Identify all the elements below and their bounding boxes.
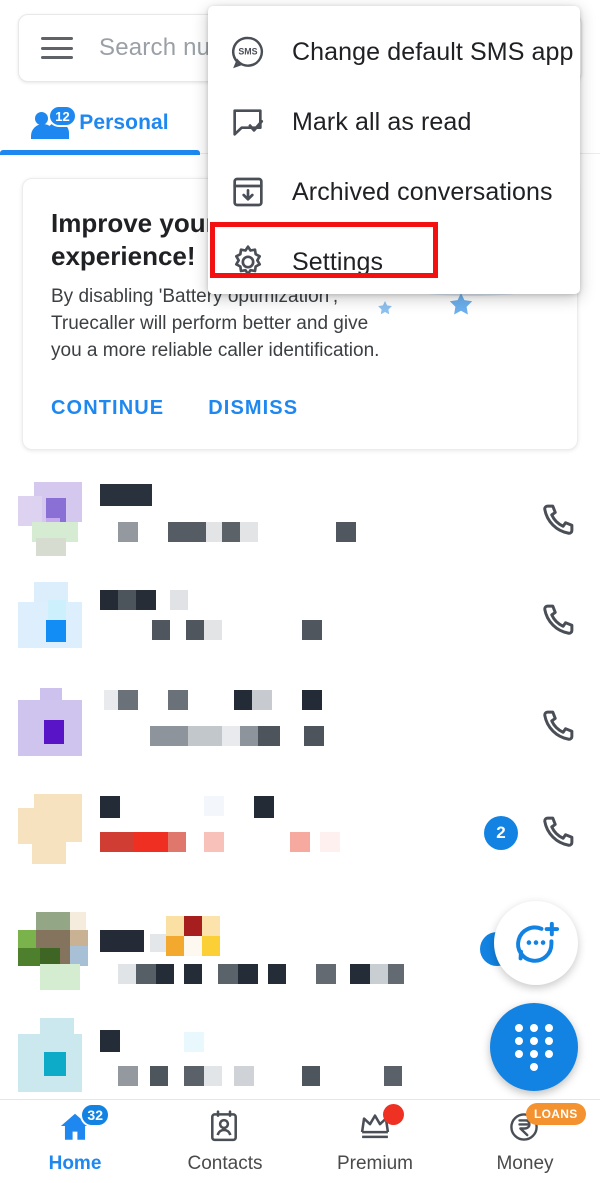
- svg-text:SMS: SMS: [238, 47, 257, 57]
- menu-item-label: Settings: [292, 247, 384, 276]
- menu-item-label: Change default SMS app: [292, 37, 574, 66]
- home-badge: 32: [80, 1102, 110, 1127]
- crown-icon: [354, 1103, 404, 1147]
- new-message-fab[interactable]: [494, 901, 578, 985]
- avatar: [18, 582, 82, 648]
- nav-item-premium[interactable]: Premium: [300, 1100, 450, 1183]
- promo-dismiss-button[interactable]: DISMISS: [208, 397, 298, 420]
- phone-call-icon[interactable]: [536, 706, 578, 748]
- nav-item-home[interactable]: 32 Home: [0, 1100, 150, 1183]
- menu-item-archived-conversations[interactable]: Archived conversations: [208, 156, 580, 228]
- rupee-icon: LOANS: [504, 1102, 586, 1147]
- nav-label-premium: Premium: [336, 1152, 413, 1174]
- premium-notification-dot: [383, 1103, 404, 1125]
- tab-active-indicator: [0, 150, 200, 155]
- gear-icon: [226, 240, 270, 284]
- people-icon: 12: [31, 105, 77, 139]
- tab-personal-label: Personal: [79, 111, 169, 134]
- list-item[interactable]: 2: [0, 784, 600, 884]
- nav-label-contacts: Contacts: [187, 1152, 263, 1174]
- list-item[interactable]: [0, 678, 600, 778]
- truecaller-messages-screen: 12 Personal Improve your experience! By …: [0, 0, 600, 1183]
- nav-label-money: Money: [496, 1152, 554, 1174]
- unread-badge: 2: [484, 816, 518, 850]
- list-item[interactable]: [0, 572, 600, 672]
- nav-item-money[interactable]: LOANS Money: [450, 1100, 600, 1183]
- menu-item-label: Mark all as read: [292, 107, 472, 136]
- avatar: [18, 482, 82, 556]
- promo-continue-button[interactable]: CONTINUE: [51, 397, 164, 420]
- menu-item-change-default-sms-app[interactable]: SMS Change default SMS app: [208, 16, 580, 88]
- nav-item-contacts[interactable]: Contacts: [150, 1100, 300, 1183]
- menu-item-label: Archived conversations: [292, 177, 553, 206]
- bottom-navigation: 32 Home Contacts Premium LOANS Money: [0, 1099, 600, 1183]
- menu-item-settings[interactable]: Settings: [208, 226, 580, 294]
- dialpad-fab[interactable]: [490, 1003, 578, 1091]
- contacts-icon: [204, 1109, 246, 1147]
- promo-body: By disabling 'Battery optimization', Tru…: [51, 286, 380, 361]
- loans-badge: LOANS: [526, 1102, 586, 1125]
- new-message-icon: [516, 921, 560, 963]
- archive-download-icon: [226, 170, 270, 214]
- avatar: [18, 1018, 82, 1092]
- home-icon: 32: [54, 1102, 110, 1147]
- avatar: [18, 912, 88, 990]
- hamburger-menu-icon[interactable]: [41, 37, 73, 59]
- tab-personal[interactable]: 12 Personal: [0, 92, 200, 154]
- list-item[interactable]: [0, 472, 600, 572]
- phone-call-icon[interactable]: [536, 600, 578, 642]
- sms-bubble-icon: SMS: [226, 30, 270, 74]
- tab-personal-badge: 12: [48, 105, 77, 127]
- avatar: [18, 794, 82, 864]
- chat-check-icon: [226, 100, 270, 144]
- phone-call-icon[interactable]: [536, 812, 578, 854]
- dialpad-icon: [515, 1023, 553, 1071]
- nav-label-home: Home: [48, 1152, 102, 1174]
- phone-call-icon[interactable]: [536, 500, 578, 542]
- menu-item-mark-all-as-read[interactable]: Mark all as read: [208, 86, 580, 158]
- avatar: [18, 688, 82, 756]
- promo-actions: CONTINUE DISMISS: [51, 397, 298, 420]
- overflow-menu: SMS Change default SMS app Mark all as r…: [208, 6, 580, 294]
